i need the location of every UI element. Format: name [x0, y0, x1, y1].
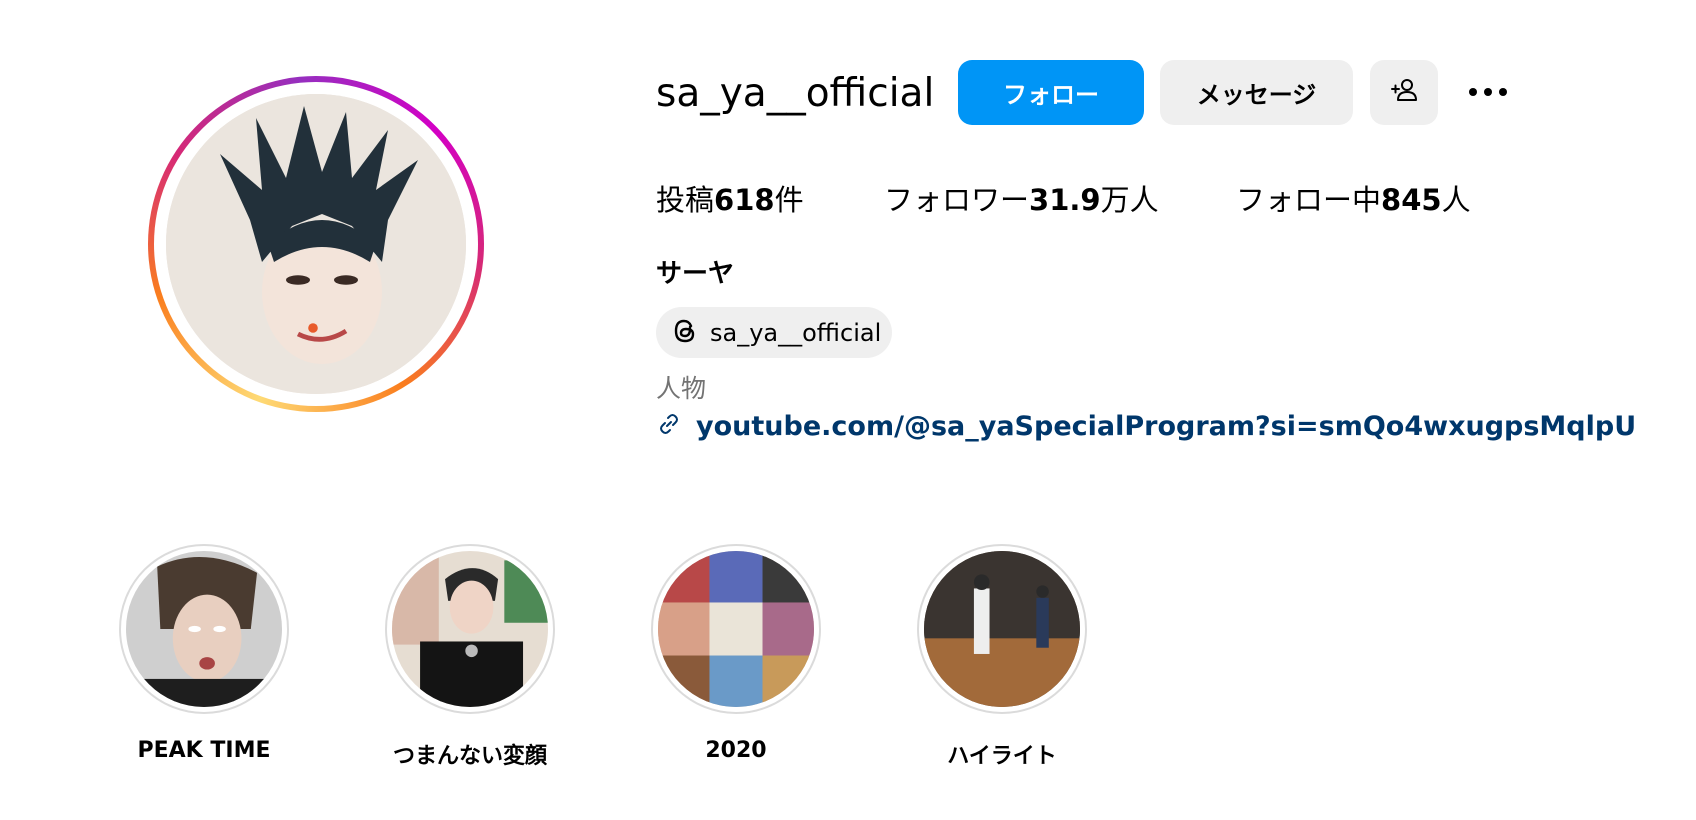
follow-button[interactable]: フォロー	[958, 60, 1144, 125]
following-count[interactable]: フォロー中845人	[1236, 180, 1471, 220]
profile-page: sa_ya__official フォロー メッセージ 投稿618件 フォロワー3…	[0, 0, 1696, 820]
highlight-cover	[924, 551, 1080, 707]
story-highlight[interactable]: PEAK TIME	[116, 544, 292, 763]
story-highlight[interactable]: 2020	[648, 544, 824, 763]
profile-full-name: サーヤ	[656, 259, 735, 289]
link-icon	[656, 411, 682, 441]
threads-link-button[interactable]: sa_ya__official	[656, 307, 892, 358]
profile-external-link[interactable]: youtube.com/@sa_yaSpecialProgram?si=smQo…	[656, 408, 1636, 444]
highlight-cover	[658, 551, 814, 707]
story-highlight[interactable]: つまんない変顔	[382, 544, 558, 770]
highlight-label: つまんない変顔	[392, 744, 547, 769]
profile-category: 人物	[656, 374, 707, 403]
followers-count[interactable]: フォロワー31.9万人	[884, 180, 1159, 220]
profile-avatar-story-ring[interactable]	[148, 76, 484, 412]
highlight-label: ハイライト	[947, 744, 1057, 769]
profile-username: sa_ya__official	[656, 71, 935, 116]
story-highlight[interactable]: ハイライト	[914, 544, 1090, 770]
ellipsis-icon	[1469, 88, 1477, 96]
highlight-label: 2020	[705, 738, 767, 763]
highlight-cover	[392, 551, 548, 707]
person-plus-icon	[1389, 75, 1419, 111]
message-button[interactable]: メッセージ	[1160, 60, 1353, 125]
threads-handle: sa_ya__official	[710, 318, 882, 347]
link-url: youtube.com/@sa_yaSpecialProgram?si=smQo…	[696, 410, 1637, 442]
suggested-accounts-button[interactable]	[1370, 60, 1438, 125]
threads-icon	[670, 316, 700, 350]
highlight-cover	[126, 551, 282, 707]
posts-count: 投稿618件	[656, 183, 804, 217]
more-options-button[interactable]	[1460, 72, 1516, 112]
highlight-label: PEAK TIME	[137, 738, 271, 763]
avatar	[166, 94, 466, 394]
